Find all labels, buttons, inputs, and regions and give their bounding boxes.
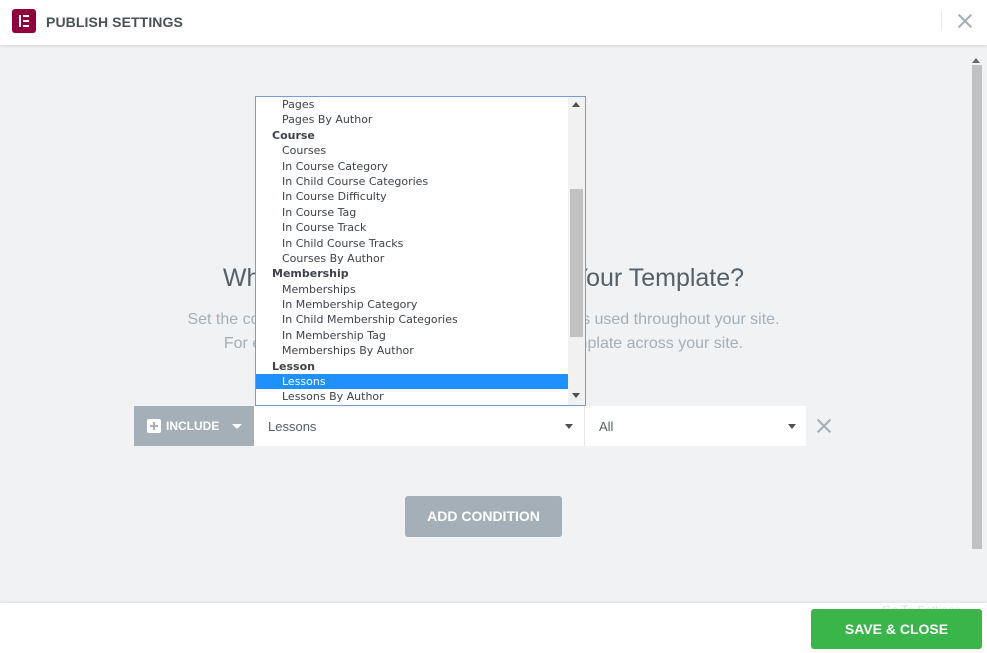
dropdown-option[interactable]: In Child Course Tracks	[256, 236, 568, 251]
include-select[interactable]: INCLUDE	[134, 406, 254, 446]
dropdown-option[interactable]: In Course Track	[256, 220, 568, 235]
chevron-down-icon	[788, 424, 796, 429]
dropdown-options: Pages Pages By Author Course Courses In Cour…	[256, 97, 568, 405]
dropdown-option[interactable]: Courses	[256, 143, 568, 158]
dropdown-group-label: Membership	[272, 267, 349, 281]
dropdown-scrollbar[interactable]	[568, 97, 585, 405]
modal-footer: Go To Settings SAVE & CLOSE	[0, 603, 987, 653]
dropdown-option[interactable]: In Course Tag	[256, 205, 568, 220]
close-icon[interactable]	[955, 11, 975, 31]
dropdown-option[interactable]: Courses By Author	[256, 251, 568, 266]
scrollbar-thumb[interactable]	[570, 189, 583, 337]
include-label: INCLUDE	[166, 419, 220, 433]
dropdown-option[interactable]: In Membership Tag	[256, 328, 568, 343]
condition-row: INCLUDE Lessons All	[134, 406, 806, 446]
header-divider	[941, 11, 942, 31]
dropdown-option[interactable]: Lessons By Author	[256, 389, 568, 404]
chevron-down-icon	[232, 424, 242, 429]
condition-type-dropdown-list[interactable]: Pages Pages By Author Course Courses In Cour…	[255, 96, 586, 406]
scroll-up-icon[interactable]	[572, 102, 580, 107]
scroll-down-icon[interactable]	[572, 393, 580, 398]
dropdown-option[interactable]: In Child Course Categories	[256, 174, 568, 189]
condition-value-value: All	[599, 419, 614, 434]
dropdown-option[interactable]: In Course Difficulty	[256, 189, 568, 204]
dropdown-option[interactable]: Pages	[256, 97, 568, 112]
modal-title: PUBLISH SETTINGS	[46, 14, 183, 30]
condition-type-select[interactable]: Lessons	[254, 406, 585, 446]
dropdown-option[interactable]: Memberships By Author	[256, 343, 568, 358]
dropdown-option[interactable]: Memberships	[256, 282, 568, 297]
dropdown-option[interactable]: Pages By Author	[256, 112, 568, 127]
dropdown-group-label: Lesson	[272, 359, 315, 373]
modal-header: PUBLISH SETTINGS	[0, 0, 987, 45]
add-condition-button[interactable]: ADD CONDITION	[405, 496, 562, 537]
condition-value-select[interactable]: All	[585, 406, 806, 446]
dropdown-option[interactable]: In Child Membership Categories	[256, 312, 568, 327]
chevron-down-icon	[565, 424, 573, 429]
scroll-up-icon[interactable]	[972, 58, 980, 63]
condition-type-value: Lessons	[268, 419, 317, 434]
remove-condition-icon[interactable]	[815, 417, 833, 435]
scrollbar-thumb[interactable]	[972, 65, 982, 549]
dropdown-option[interactable]: In Membership Category	[256, 297, 568, 312]
dropdown-group-label: Course	[272, 128, 315, 142]
dropdown-option[interactable]: Lessons	[256, 374, 568, 390]
dropdown-option[interactable]: In Course Category	[256, 159, 568, 174]
page-scrollbar[interactable]	[967, 55, 987, 573]
plus-icon	[147, 419, 161, 433]
elementor-logo-icon	[12, 9, 36, 33]
save-and-close-button[interactable]: SAVE & CLOSE	[811, 609, 982, 649]
